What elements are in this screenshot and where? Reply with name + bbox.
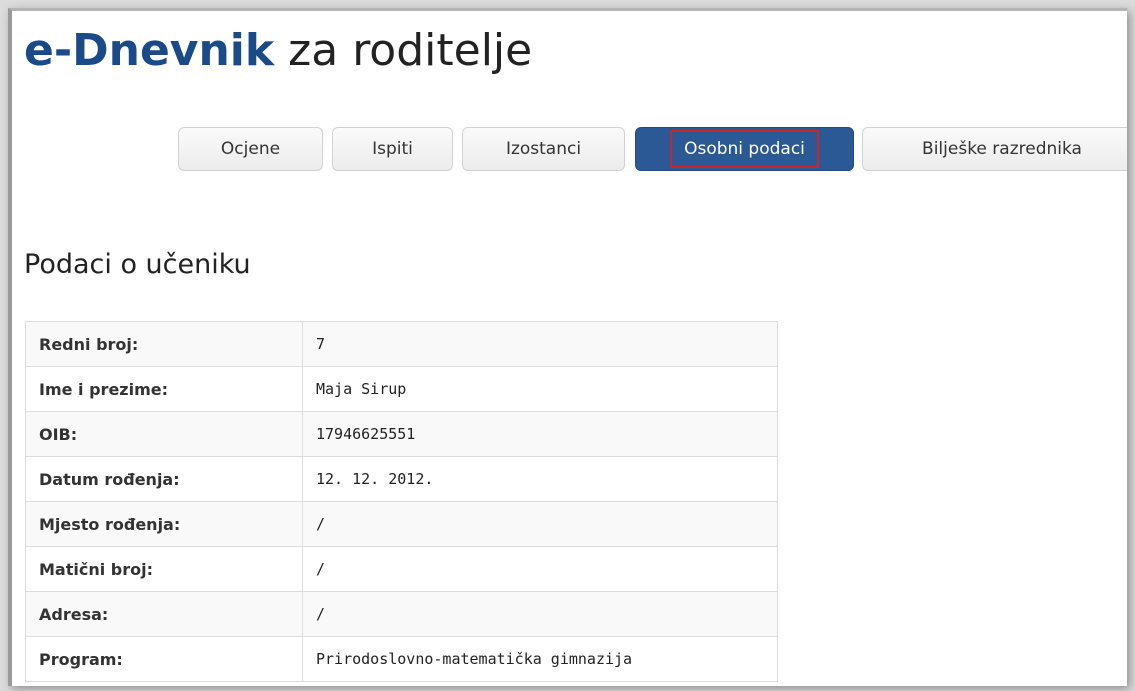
tab-label: Bilješke razrednika bbox=[922, 139, 1082, 159]
table-row: Datum rođenja: 12. 12. 2012. bbox=[25, 456, 778, 502]
table-row: Adresa: / bbox=[25, 591, 778, 637]
app-brand: e-Dnevnik bbox=[24, 25, 275, 76]
row-label: Datum rođenja: bbox=[25, 456, 303, 502]
row-value: / bbox=[302, 546, 778, 592]
row-label: Adresa: bbox=[25, 591, 303, 637]
row-label: Ime i prezime: bbox=[25, 366, 303, 412]
row-label: Mjesto rođenja: bbox=[25, 501, 303, 547]
tab-ispiti[interactable]: Ispiti bbox=[332, 127, 453, 171]
student-info-table: Redni broj: 7 Ime i prezime: Maja Sirup … bbox=[25, 321, 778, 682]
row-label: Redni broj: bbox=[25, 321, 303, 367]
row-value: Maja Sirup bbox=[302, 366, 778, 412]
app-title: e-Dnevnik za roditelje bbox=[24, 21, 532, 81]
row-label: Matični broj: bbox=[25, 546, 303, 592]
row-value: / bbox=[302, 501, 778, 547]
row-value: Prirodoslovno-matematička gimnazija bbox=[302, 636, 778, 682]
row-label: OIB: bbox=[25, 411, 303, 457]
row-value: / bbox=[302, 591, 778, 637]
row-value: 12. 12. 2012. bbox=[302, 456, 778, 502]
row-label: Program: bbox=[25, 636, 303, 682]
tab-ocjene[interactable]: Ocjene bbox=[178, 127, 323, 171]
table-row: Matični broj: / bbox=[25, 546, 778, 592]
app-subtitle: za roditelje bbox=[274, 25, 533, 76]
table-row: Program: Prirodoslovno-matematička gimna… bbox=[25, 636, 778, 682]
tab-label: Ispiti bbox=[372, 139, 413, 159]
row-value: 7 bbox=[302, 321, 778, 367]
tab-osobni-podaci[interactable]: Osobni podaci bbox=[635, 127, 854, 171]
tab-izostanci[interactable]: Izostanci bbox=[462, 127, 625, 171]
table-row: Mjesto rođenja: / bbox=[25, 501, 778, 547]
tab-label: Ocjene bbox=[220, 139, 281, 159]
tab-biljeske-razrednika[interactable]: Bilješke razrednika bbox=[862, 127, 1127, 171]
tab-label: Izostanci bbox=[505, 139, 582, 159]
row-value: 17946625551 bbox=[302, 411, 778, 457]
table-row: OIB: 17946625551 bbox=[25, 411, 778, 457]
tab-bar: Ocjene Ispiti Izostanci Osobni podaci Bi… bbox=[12, 127, 1127, 175]
table-row: Redni broj: 7 bbox=[25, 321, 778, 367]
tab-label: Osobni podaci bbox=[670, 130, 819, 168]
app-window: e-Dnevnik za roditelje Ocjene Ispiti Izo… bbox=[8, 8, 1127, 686]
table-row: Ime i prezime: Maja Sirup bbox=[25, 366, 778, 412]
section-title: Podaci o učeniku bbox=[24, 249, 251, 280]
